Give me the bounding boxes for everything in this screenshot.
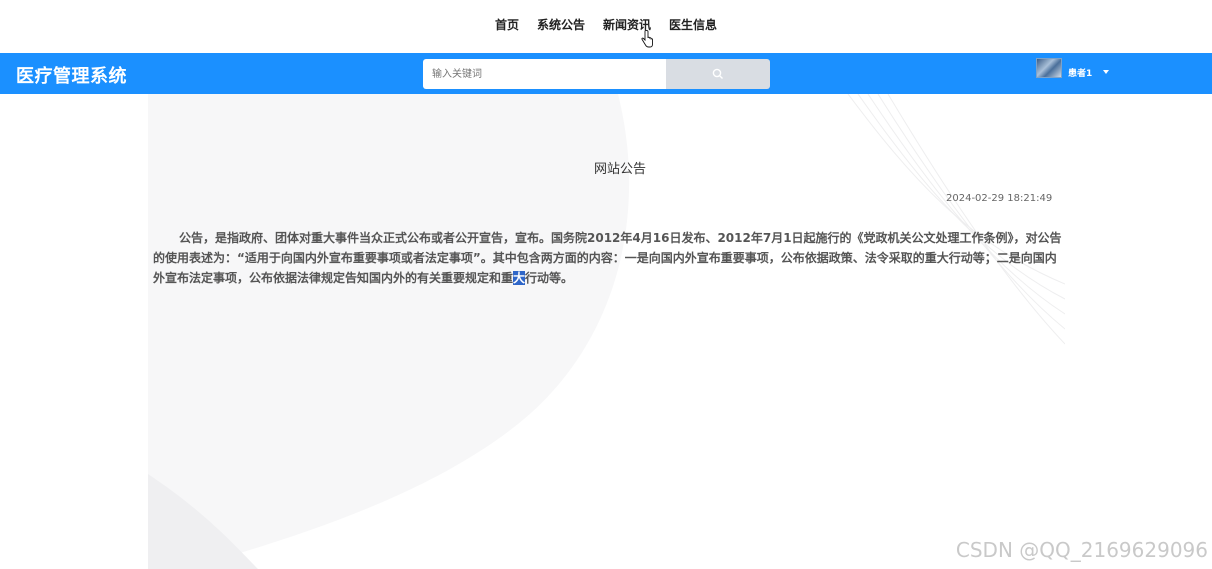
text-selection: 大	[513, 271, 526, 285]
notice-title: 网站公告	[593, 162, 646, 177]
caret-down-icon[interactable]	[1103, 70, 1109, 74]
nav-doctor-info[interactable]: 医生信息	[669, 16, 717, 33]
notice-content-text-end: 行动等。	[525, 271, 574, 285]
user-avatar[interactable]	[1036, 58, 1062, 78]
header-bar: 医疗管理系统 患者1	[0, 53, 1212, 94]
search-button[interactable]	[666, 59, 770, 89]
nav-home[interactable]: 首页	[495, 16, 519, 33]
search-icon	[712, 68, 723, 79]
top-navigation: 首页 系统公告 新闻资讯 医生信息	[0, 0, 1212, 53]
hand-cursor-icon	[641, 30, 653, 48]
search-input[interactable]	[423, 59, 666, 89]
nav-system-notice[interactable]: 系统公告	[537, 16, 585, 33]
user-name[interactable]: 患者1	[1068, 66, 1092, 79]
csdn-watermark: CSDN @QQ_2169629096	[955, 538, 1208, 562]
notice-content-text: 公告，是指政府、团体对重大事件当众正式公布或者公开宣告，宣布。国务院2012年4…	[153, 231, 1062, 285]
notice-content: 公告，是指政府、团体对重大事件当众正式公布或者公开宣告，宣布。国务院2012年4…	[153, 228, 1063, 288]
app-logo-title: 医疗管理系统	[16, 66, 127, 87]
notice-timestamp: 2024-02-29 18:21:49	[946, 193, 1053, 204]
